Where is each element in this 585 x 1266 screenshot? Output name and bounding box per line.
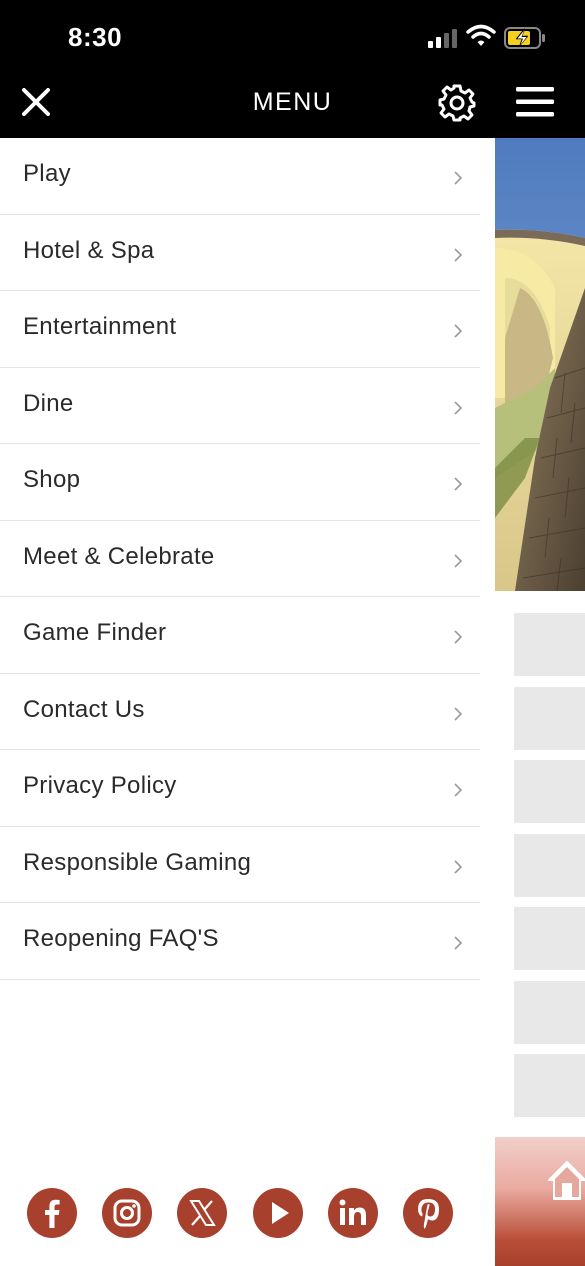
status-bar: 8:30	[0, 0, 585, 70]
youtube-icon[interactable]	[253, 1188, 303, 1238]
menu-item-dine[interactable]: Dine	[0, 368, 480, 444]
chevron-right-icon	[454, 859, 463, 874]
content-tile[interactable]	[514, 981, 585, 1044]
menu-item-label: Dine	[23, 389, 74, 417]
content-tile[interactable]	[514, 613, 585, 676]
menu-item-shop[interactable]: Shop	[0, 444, 480, 521]
menu-item-label: Meet & Celebrate	[23, 542, 215, 570]
chevron-right-icon	[454, 936, 463, 950]
gear-icon[interactable]	[436, 82, 478, 124]
content-tile[interactable]	[514, 760, 585, 823]
hero-image	[495, 138, 585, 591]
cellular-signal-icon	[428, 29, 457, 48]
chevron-right-icon	[454, 553, 463, 568]
battery-charging-icon	[504, 27, 545, 49]
pinterest-icon[interactable]	[403, 1188, 453, 1238]
menu-item-label: Responsible Gaming	[23, 848, 252, 876]
chevron-right-icon	[454, 477, 463, 491]
content-tile[interactable]	[514, 1054, 585, 1117]
menu-item-label: Entertainment	[23, 313, 177, 340]
chevron-right-icon	[454, 783, 463, 797]
x-icon[interactable]	[177, 1188, 227, 1238]
instagram-icon[interactable]	[102, 1188, 152, 1238]
menu-list: Play Hotel & Spa Entertainment Dine Shop…	[0, 138, 480, 980]
menu-item-label: Game Finder	[23, 619, 167, 646]
linkedin-icon[interactable]	[328, 1188, 378, 1238]
menu-drawer: Play Hotel & Spa Entertainment Dine Shop…	[0, 138, 480, 1266]
chevron-right-icon	[454, 171, 463, 185]
chevron-right-icon	[454, 324, 463, 338]
chevron-right-icon	[454, 706, 463, 721]
menu-item-label: Reopening FAQ'S	[23, 925, 219, 952]
hamburger-icon[interactable]	[514, 84, 556, 120]
menu-item-label: Contact Us	[23, 695, 145, 723]
menu-item-game-finder[interactable]: Game Finder	[0, 597, 480, 674]
chevron-right-icon	[454, 247, 463, 262]
menu-item-contact-us[interactable]: Contact Us	[0, 674, 480, 750]
home-tab-bar	[495, 1137, 585, 1266]
menu-item-label: Hotel & Spa	[23, 236, 155, 264]
wifi-icon	[466, 24, 496, 46]
menu-item-label: Play	[23, 160, 71, 187]
status-time: 8:30	[68, 22, 123, 52]
menu-item-label: Shop	[23, 466, 81, 493]
chevron-right-icon	[454, 630, 463, 644]
menu-title: MENU	[252, 88, 333, 116]
menu-header: MENU	[0, 70, 585, 138]
menu-item-hotel-spa[interactable]: Hotel & Spa	[0, 215, 480, 291]
menu-item-meet-celebrate[interactable]: Meet & Celebrate	[0, 521, 480, 597]
home-icon[interactable]	[547, 1159, 585, 1201]
menu-item-entertainment[interactable]: Entertainment	[0, 291, 480, 368]
menu-item-reopening-faqs[interactable]: Reopening FAQ'S	[0, 903, 480, 980]
menu-item-play[interactable]: Play	[0, 138, 480, 215]
menu-item-label: Privacy Policy	[23, 772, 177, 799]
background-page	[495, 138, 585, 1266]
chevron-right-icon	[454, 400, 463, 415]
facebook-icon[interactable]	[27, 1188, 77, 1238]
menu-item-privacy-policy[interactable]: Privacy Policy	[0, 750, 480, 827]
content-tile[interactable]	[514, 907, 585, 970]
content-tile[interactable]	[514, 687, 585, 750]
content-tile[interactable]	[514, 834, 585, 897]
menu-item-responsible-gaming[interactable]: Responsible Gaming	[0, 827, 480, 903]
